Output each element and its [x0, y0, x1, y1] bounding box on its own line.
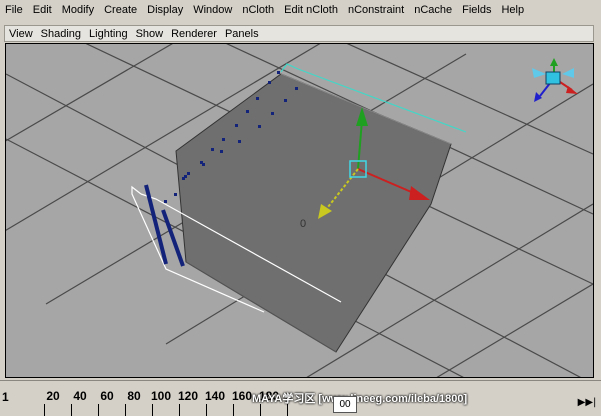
- menu-create[interactable]: Create: [99, 4, 142, 16]
- panel-menubar: View Shading Lighting Show Renderer Pane…: [4, 25, 594, 42]
- tick: [233, 404, 234, 416]
- menu-file[interactable]: File: [0, 4, 28, 16]
- view-axis-cube-icon[interactable]: [532, 58, 578, 102]
- play-forward-icon[interactable]: ▶▶|: [576, 394, 598, 412]
- menubar-separator: [0, 19, 601, 24]
- menu-nconstraint[interactable]: nConstraint: [343, 4, 409, 16]
- tick: [206, 404, 207, 416]
- menu-display[interactable]: Display: [142, 4, 188, 16]
- menu-ncloth[interactable]: nCloth: [237, 4, 279, 16]
- perspective-viewport[interactable]: 0: [5, 43, 594, 378]
- menu-ncache[interactable]: nCache: [409, 4, 457, 16]
- selected-edge-1[interactable]: [144, 184, 168, 265]
- tick-label: 100: [150, 389, 172, 403]
- menu-modify[interactable]: Modify: [57, 4, 99, 16]
- panel-menu-view[interactable]: View: [5, 28, 37, 40]
- tick: [71, 404, 72, 416]
- tick-label: 80: [127, 389, 141, 403]
- tick: [44, 404, 45, 416]
- menu-edit[interactable]: Edit: [28, 4, 57, 16]
- origin-label: 0: [300, 218, 306, 230]
- panel-menu-panels[interactable]: Panels: [221, 28, 263, 40]
- panel-menu-shading[interactable]: Shading: [37, 28, 85, 40]
- menu-edit-ncloth[interactable]: Edit nCloth: [279, 4, 343, 16]
- current-frame-field[interactable]: 00: [333, 396, 357, 413]
- menu-fields[interactable]: Fields: [457, 4, 496, 16]
- tick-label: 40: [73, 389, 87, 403]
- main-menubar: File Edit Modify Create Display Window n…: [0, 0, 601, 20]
- tick-label: 160: [231, 389, 253, 403]
- tick-label: 60: [100, 389, 114, 403]
- tick-label: 120: [177, 389, 199, 403]
- menu-window[interactable]: Window: [188, 4, 237, 16]
- viewport-scene: 0: [6, 44, 593, 377]
- tick-label: 20: [46, 389, 60, 403]
- menu-help[interactable]: Help: [496, 4, 529, 16]
- panel-menu-renderer[interactable]: Renderer: [167, 28, 221, 40]
- tick-label: 140: [204, 389, 226, 403]
- panel-menu-show[interactable]: Show: [132, 28, 168, 40]
- panel-menu-lighting[interactable]: Lighting: [85, 28, 132, 40]
- tick: [125, 404, 126, 416]
- watermark-text: MAYA学习区 [www.lineeg.com/ileba/1800]: [252, 393, 468, 405]
- tick: [98, 404, 99, 416]
- cube-object[interactable]: [175, 73, 452, 353]
- tick: [152, 404, 153, 416]
- range-start-label: 1: [2, 390, 9, 404]
- tick: [179, 404, 180, 416]
